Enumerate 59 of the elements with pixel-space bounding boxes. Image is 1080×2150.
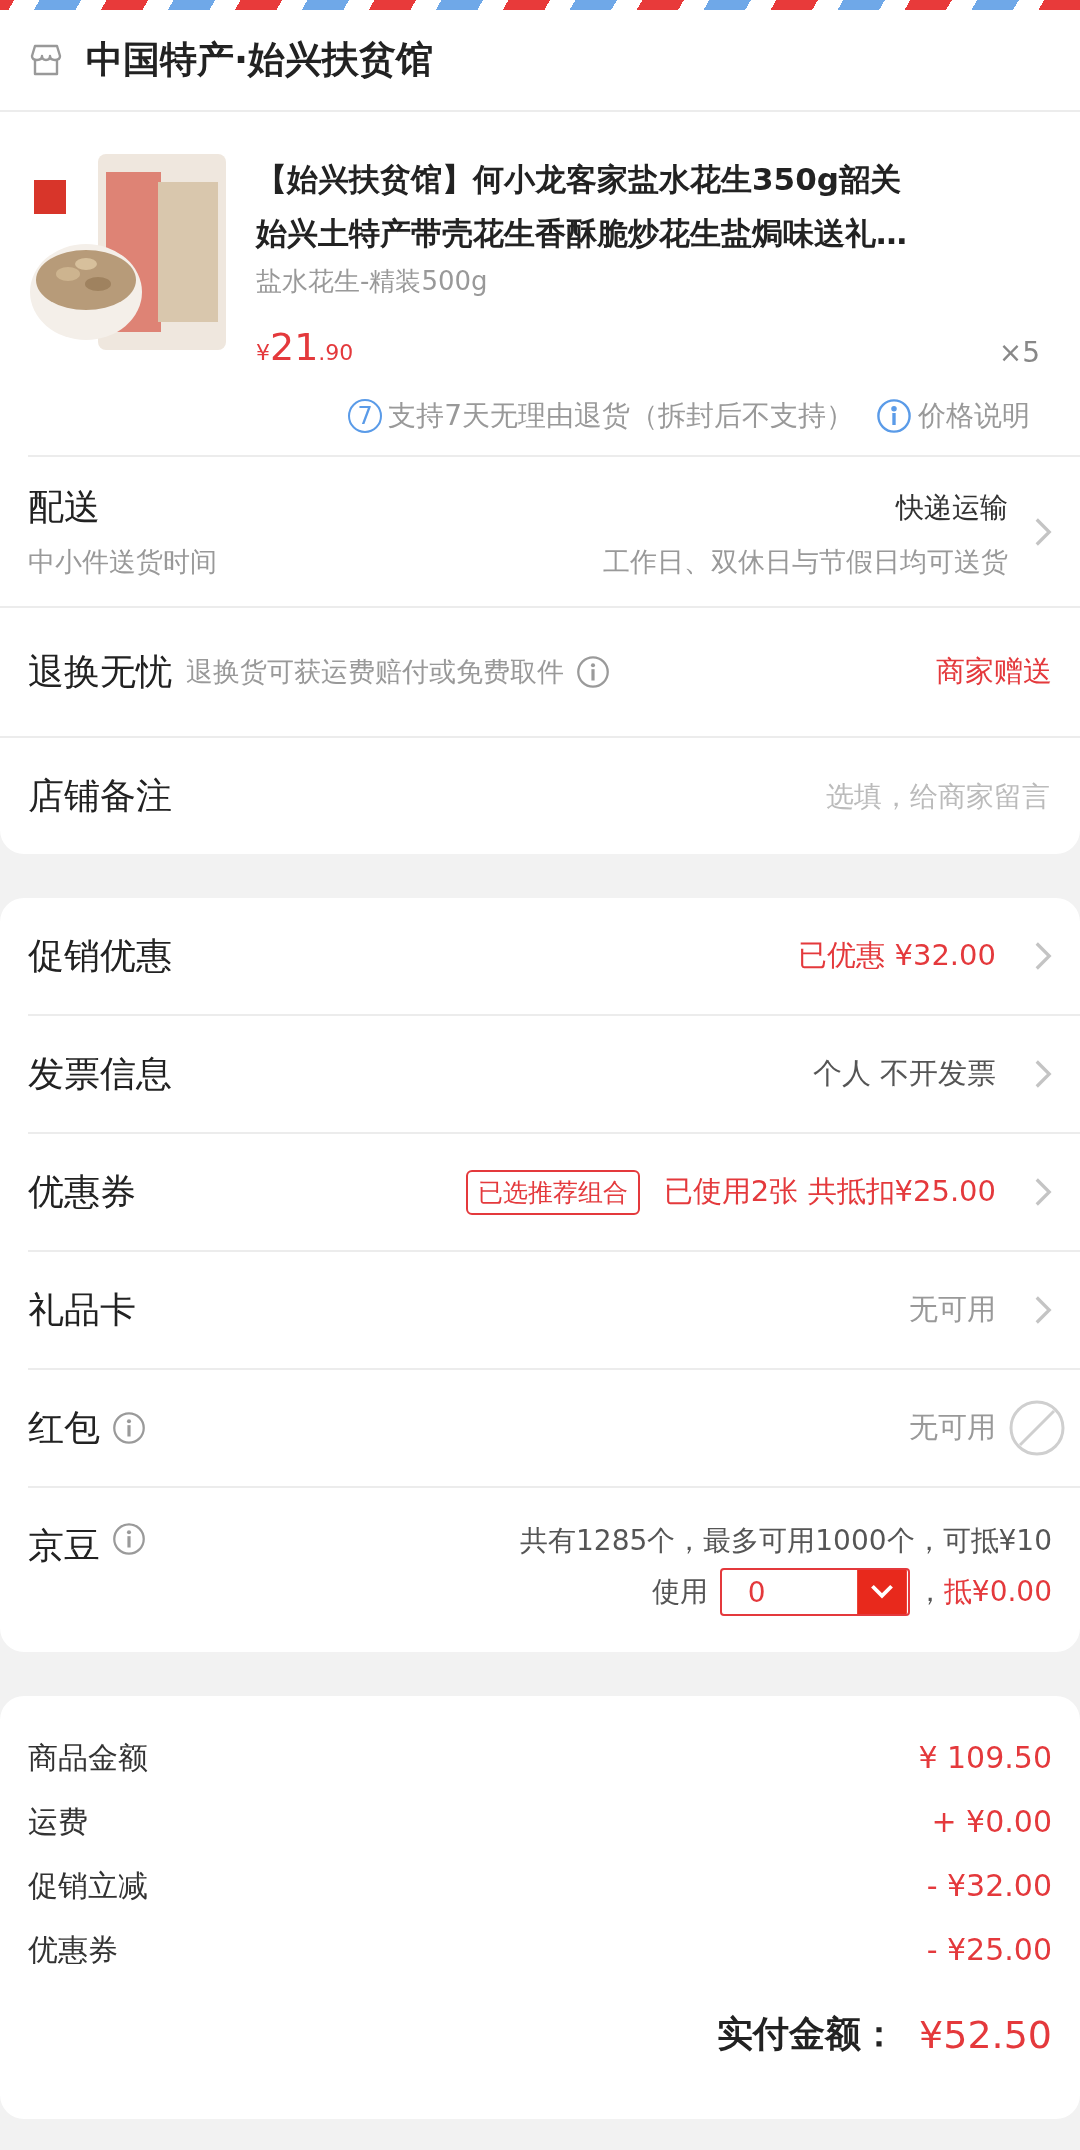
amount-dropdown[interactable]: 0 (719, 1568, 910, 1616)
option-label: 礼品卡 (28, 1287, 136, 1332)
store-name[interactable]: 中国特产·始兴扶贫馆 (86, 35, 434, 85)
delivery-method[interactable]: 快递运输 (896, 488, 1008, 527)
delivery-title: 配送 (28, 485, 101, 529)
summary-label: 运费 (28, 1803, 88, 1841)
option-label: 促销优惠 (28, 933, 172, 978)
delivery-subtitle: 中小件送货时间 (28, 545, 218, 579)
returns-title: 退换无忧 (28, 649, 172, 694)
option-row[interactable]: 优惠券 已选推荐组合 已使用2张 共抵扣¥25.00 (28, 1134, 1080, 1252)
summary-amount: - ¥25.00 (926, 1931, 1052, 1969)
summary-label: 促销立减 (28, 1867, 148, 1905)
info-icon[interactable] (112, 1522, 146, 1556)
return-days-badge: 7 (348, 399, 383, 433)
summary-amount: - ¥32.00 (926, 1867, 1052, 1905)
tag: 已选推荐组合 (465, 1169, 640, 1215)
option-value: 无可用 (909, 1291, 996, 1328)
option-row[interactable]: 礼品卡 无可用 (28, 1252, 1080, 1370)
returns-description: 退换货可获运费赔付或免费取件 (186, 655, 564, 689)
delivery-detail: 工作日、双休日与节假日均可送货 (603, 545, 1008, 579)
option-value: 个人 不开发票 (812, 1055, 996, 1092)
note-field[interactable]: 选填，给商家留言 (184, 778, 1052, 814)
product-title[interactable]: 【始兴扶贫馆】何小龙客家盐水花生350g韶关始兴土特产带壳花生香酥脆炒花生盐焗味送礼… (256, 152, 916, 260)
note-label: 店铺备注 (28, 773, 172, 818)
summary-label: 优惠券 (28, 1931, 118, 1969)
summary-amount: + ¥0.00 (931, 1803, 1052, 1841)
deduction-value: 抵¥0.00 (943, 1574, 1052, 1610)
option-value: 无可用 (909, 1409, 996, 1446)
info-icon (876, 398, 912, 434)
info-icon[interactable] (576, 655, 610, 689)
separator: ， (915, 1574, 944, 1610)
dropdown-icon (855, 1570, 908, 1614)
use-label: 使用 (651, 1574, 708, 1610)
quantity: ×5 (998, 336, 1040, 369)
total-label: 实付金额： (717, 2012, 898, 2056)
beans-summary: 共有1285个，最多可用1000个，可抵¥10 (520, 1523, 1052, 1559)
total-amount: ¥52.50 (919, 2012, 1052, 2057)
shop-icon (28, 42, 64, 78)
product-price: ¥21.90 (256, 325, 354, 369)
option-value: 已使用2张 共抵扣¥25.00 (663, 1173, 996, 1210)
info-icon[interactable] (112, 1411, 146, 1445)
chevron-icon (1034, 1295, 1052, 1325)
chevron-icon (1034, 1059, 1052, 1089)
option-value: 已优惠 ¥32.00 (798, 937, 996, 974)
returns-value: 商家赠送 (936, 653, 1052, 690)
chevron-icon (1034, 1177, 1052, 1207)
option-label: 发票信息 (28, 1051, 172, 1096)
summary-label: 商品金额 (28, 1739, 148, 1777)
disabled-icon (1008, 1399, 1066, 1457)
chevron-icon (1034, 516, 1052, 547)
option-row[interactable]: 发票信息 个人 不开发票 (28, 1016, 1080, 1134)
product-spec: 盐水花生-精装500g (256, 265, 489, 298)
service-text: 支持7天无理由退货（拆封后不支持） (388, 398, 854, 434)
option-label: 优惠券 (28, 1169, 136, 1214)
option-label: 红包 (28, 1405, 100, 1450)
option-label: 京豆 (28, 1524, 100, 1568)
chevron-icon (1034, 941, 1052, 971)
summary-amount: ¥ 109.50 (918, 1739, 1052, 1777)
option-row[interactable]: 促销优惠 已优惠 ¥32.00 (28, 898, 1080, 1016)
